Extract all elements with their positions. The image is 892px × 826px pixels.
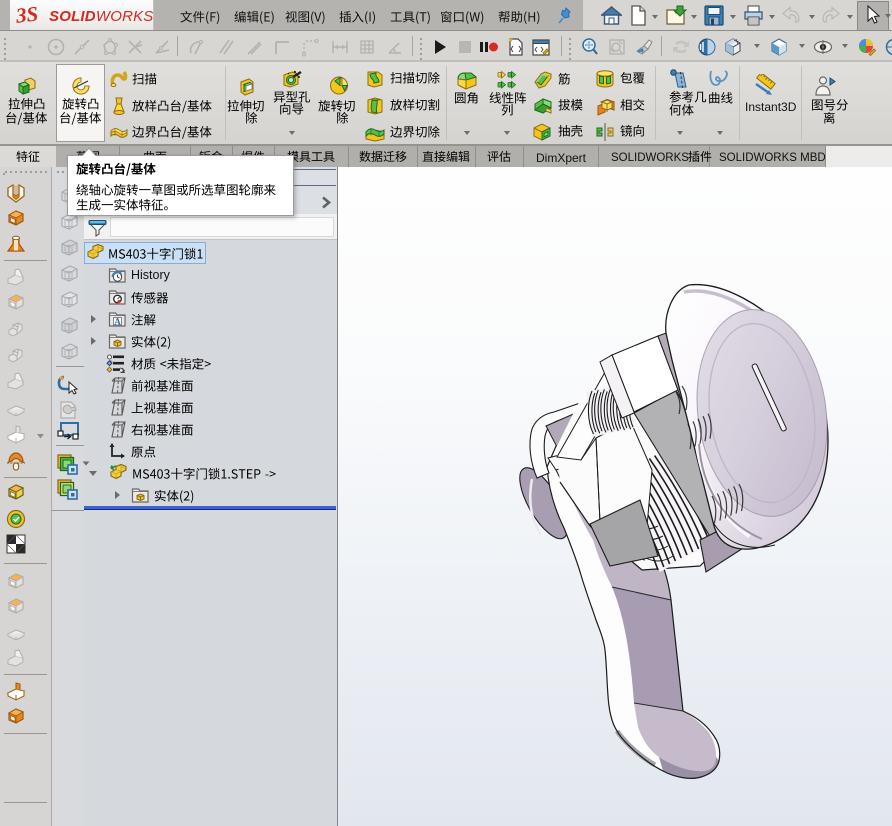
svg-text:A: A (114, 317, 121, 327)
